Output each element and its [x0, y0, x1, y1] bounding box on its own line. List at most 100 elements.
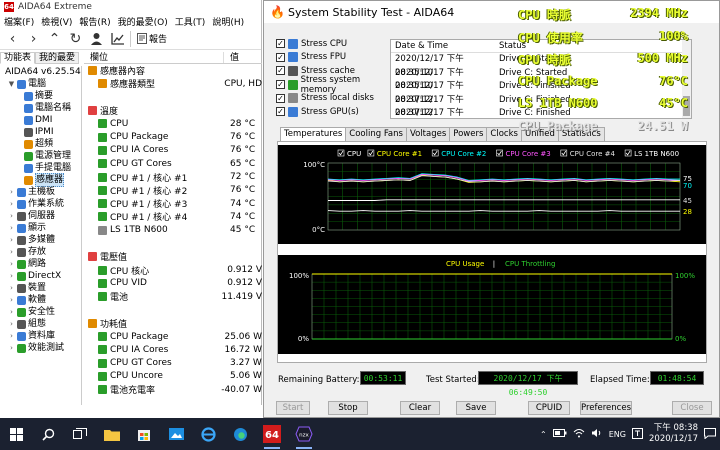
refresh-icon[interactable]: ↻ — [67, 30, 84, 47]
sensor-row[interactable]: CPU #1 / 核心 #4 74 °C — [84, 210, 262, 223]
taskbar-clock[interactable]: 下午 08:38 2020/12/17 — [649, 423, 698, 445]
sensor-row[interactable]: CPU VID 0.912 V — [84, 277, 262, 290]
cpuid-button[interactable]: CPUID — [528, 401, 570, 415]
tree-expander-icon[interactable]: › — [8, 306, 15, 318]
menu-view[interactable]: 檢視(V) — [41, 15, 72, 28]
sensor-row[interactable]: CPU GT Cores 65 °C — [84, 157, 262, 170]
stress-option-checkbox[interactable]: ✓ — [276, 66, 285, 76]
sensor-row[interactable]: CPU IA Cores 16.72 W — [84, 343, 262, 356]
save-button[interactable]: Save — [456, 401, 496, 415]
stop-button[interactable]: Stop — [328, 401, 368, 415]
tree-expander-icon[interactable]: › — [8, 210, 15, 222]
tree-item[interactable]: ▼ 電腦 — [0, 78, 81, 90]
tree-item[interactable]: › 網路 — [0, 258, 81, 270]
graph-tab[interactable]: Temperatures — [280, 127, 347, 142]
task-view-icon[interactable] — [64, 418, 96, 450]
file-explorer-icon[interactable] — [96, 418, 128, 450]
sensor-row[interactable]: CPU #1 / 核心 #2 76 °C — [84, 184, 262, 197]
sensor-row[interactable]: CPU GT Cores 3.27 W — [84, 357, 262, 370]
store-icon[interactable] — [128, 418, 160, 450]
edge-browser-icon[interactable] — [224, 418, 256, 450]
sensor-row[interactable]: 感應器類型 CPU, HD — [84, 77, 262, 90]
sensor-section-header[interactable]: 感應器內容 — [84, 64, 262, 77]
clear-button[interactable]: Clear — [400, 401, 440, 415]
sensor-row[interactable]: CPU IA Cores 76 °C — [84, 144, 262, 157]
sensor-row[interactable]: CPU Package 76 °C — [84, 130, 262, 143]
tree-expander-icon[interactable]: › — [8, 186, 15, 198]
column-header-value[interactable]: 值 — [224, 52, 239, 63]
tree-item[interactable]: › 主機板 — [0, 186, 81, 198]
tree-item[interactable]: IPMI — [0, 126, 81, 138]
input-language-indicator[interactable]: ENG — [609, 430, 626, 439]
stress-option[interactable]: ✓ Stress system memory — [276, 75, 396, 95]
graph-tab[interactable]: Powers — [449, 127, 488, 141]
menu-tools[interactable]: 工具(T) — [175, 15, 206, 28]
menu-help[interactable]: 說明(H) — [212, 15, 244, 28]
start-button[interactable]: Start — [276, 401, 310, 415]
start-windows-icon[interactable] — [0, 418, 32, 450]
tree-expander-icon[interactable]: › — [8, 318, 15, 330]
sensor-section-header[interactable]: 電壓值 — [84, 250, 262, 263]
report-button[interactable]: 報告 — [135, 32, 167, 45]
network-icon[interactable] — [573, 428, 585, 440]
stress-option[interactable]: ✓ Stress CPU — [276, 37, 396, 51]
menu-file[interactable]: 檔案(F) — [4, 15, 34, 28]
tree-item[interactable]: › 裝置 — [0, 282, 81, 294]
forward-arrow-icon[interactable]: › — [25, 30, 42, 47]
stress-option-checkbox[interactable]: ✓ — [276, 80, 285, 90]
tree-item[interactable]: › 資料庫 — [0, 330, 81, 342]
internet-explorer-icon[interactable] — [192, 418, 224, 450]
tree-item[interactable]: AIDA64 v6.25.5400 — [0, 66, 81, 78]
sensor-row[interactable]: 電池充電率 -40.07 W — [84, 383, 262, 396]
tree-item[interactable]: › 伺服器 — [0, 210, 81, 222]
sensor-row[interactable]: CPU #1 / 核心 #3 74 °C — [84, 197, 262, 210]
graph-tab[interactable]: Cooling Fans — [345, 127, 407, 141]
tree-item[interactable]: › 組態 — [0, 318, 81, 330]
graph-tab[interactable]: Clocks — [486, 127, 522, 141]
sensor-row[interactable]: CPU 28 °C — [84, 117, 262, 130]
tree-expander-icon[interactable]: › — [8, 222, 15, 234]
tree-item[interactable]: 電源管理 — [0, 150, 81, 162]
sensor-row[interactable]: CPU Uncore 5.06 W — [84, 370, 262, 383]
tree-item[interactable]: 摘要 — [0, 90, 81, 102]
tree-expander-icon[interactable]: › — [8, 234, 15, 246]
tree-item[interactable]: › 安全性 — [0, 306, 81, 318]
tree-item[interactable]: 感應器 — [0, 173, 81, 187]
sensor-section-header[interactable]: 溫度 — [84, 104, 262, 117]
sensor-row[interactable]: CPU 核心 0.912 V — [84, 263, 262, 277]
input-method-icon[interactable] — [632, 427, 643, 441]
notification-center-icon[interactable] — [704, 427, 716, 441]
menu-report[interactable]: 報告(R) — [79, 15, 110, 28]
tree-item[interactable]: › 軟體 — [0, 294, 81, 306]
tree-expander-icon[interactable]: ▼ — [8, 78, 15, 90]
volume-icon[interactable] — [591, 428, 603, 440]
chart-icon[interactable] — [109, 30, 126, 47]
tree-item[interactable]: › 作業系統 — [0, 198, 81, 210]
tab-menu[interactable]: 功能表 — [0, 52, 36, 64]
search-icon[interactable] — [32, 418, 64, 450]
tree-item[interactable]: › 存放 — [0, 246, 81, 258]
stress-option[interactable]: ✓ Stress FPU — [276, 51, 396, 65]
back-arrow-icon[interactable]: ‹ — [4, 30, 21, 47]
stress-option[interactable]: ✓ Stress GPU(s) — [276, 105, 396, 119]
sensor-row[interactable]: CPU #1 / 核心 #1 72 °C — [84, 170, 262, 184]
show-hidden-icons-chevron-icon[interactable]: ⌃ — [540, 430, 547, 439]
up-arrow-icon[interactable]: ⌃ — [46, 30, 63, 47]
photos-icon[interactable] — [160, 418, 192, 450]
tree-item[interactable]: › 效能測試 — [0, 342, 81, 354]
aida64-taskbar-icon[interactable]: 64 — [256, 418, 288, 450]
tree-item[interactable]: DMI — [0, 114, 81, 126]
tab-favorites[interactable]: 我的最愛 — [35, 52, 80, 64]
nzxt-cam-icon[interactable]: nzx — [288, 418, 320, 450]
stress-option-checkbox[interactable]: ✓ — [276, 39, 285, 49]
sensor-section-header[interactable]: 功耗值 — [84, 317, 262, 330]
tree-expander-icon[interactable]: › — [8, 330, 15, 342]
tree-expander-icon[interactable]: › — [8, 246, 15, 258]
sensor-row[interactable]: 電池 11.419 V — [84, 290, 262, 303]
stress-option-checkbox[interactable]: ✓ — [276, 107, 285, 117]
preferences-button[interactable]: Preferences — [580, 401, 632, 415]
graph-tab[interactable]: Voltages — [405, 127, 451, 141]
tree-expander-icon[interactable]: › — [8, 258, 15, 270]
log-header-date[interactable]: Date & Time — [391, 40, 495, 52]
stress-option-checkbox[interactable]: ✓ — [276, 52, 285, 62]
